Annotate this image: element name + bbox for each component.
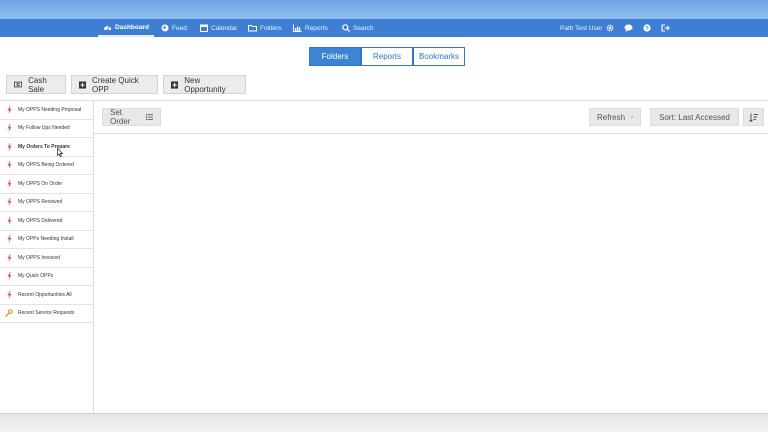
folder-icon (248, 25, 257, 32)
sidebar-item-recent-opportunities[interactable]: Recent Opportunities All (0, 286, 93, 305)
tab-bookmarks[interactable]: Bookmarks (413, 47, 465, 66)
set-order-label: Set Order (110, 108, 131, 126)
nav-reports-label: Reports (305, 24, 328, 32)
sidebar-item-label: My Follow Ups Needed (18, 125, 70, 132)
nav-calendar[interactable]: Calendar (200, 19, 237, 37)
calendar-icon (200, 24, 208, 32)
create-quick-opp-label: Create Quick OPP (92, 75, 139, 94)
sort-dropdown[interactable]: Sort: Last Accessed (650, 108, 739, 126)
globe-icon (161, 24, 169, 32)
sidebar-item-service-requests[interactable]: Recent Service Requests (0, 305, 93, 323)
tab-folders-label: Folders (321, 52, 349, 61)
sidebar-item-label: My OPPS Delivered (18, 217, 63, 224)
user-name: Path Test User (560, 24, 603, 32)
sidebar-item-needing-install[interactable]: My OPPs Needing Install (0, 231, 93, 249)
logout-icon (660, 24, 670, 32)
sidebar-item-being-ordered[interactable]: My OPPS Being Ordered (0, 157, 93, 175)
user-menu[interactable]: Path Test User (560, 19, 603, 37)
sidebar-item-delivered[interactable]: My OPPS Delivered (0, 212, 93, 231)
sort-direction-button[interactable] (743, 108, 764, 126)
nav-dashboard-label: Dashboard (115, 23, 149, 31)
nav-search[interactable]: Search (342, 19, 374, 37)
list-icon (146, 113, 153, 121)
refresh-icon (631, 116, 633, 118)
nav-reports[interactable]: Reports (293, 19, 328, 37)
sidebar-item-label: My OPPS Invoiced (18, 254, 60, 261)
refresh-button[interactable]: Refresh (589, 108, 641, 126)
sidebar-item-label: My OPPS Being Ordered (18, 162, 74, 169)
tab-bookmarks-label: Bookmarks (418, 52, 459, 61)
sidebar-item-label: Recent Opportunities All (18, 291, 72, 298)
top-gradient-strip (0, 0, 768, 19)
new-opportunity-label: New Opportunity (184, 75, 226, 94)
cash-icon (14, 81, 23, 88)
settings-button[interactable] (605, 23, 615, 33)
nav-folders-label: Folders (260, 24, 282, 32)
cash-sale-button[interactable]: Cash Sale (6, 75, 66, 94)
sidebar-item-label: Recent Service Requests (18, 310, 75, 317)
tab-reports[interactable]: Reports (361, 47, 413, 66)
sidebar-item-label: My OPPS On Order (18, 180, 63, 187)
help-button[interactable]: ? (642, 23, 652, 33)
nav-feed-label: Feed (172, 24, 187, 32)
logout-button[interactable] (660, 23, 670, 33)
bolt-icon (0, 216, 18, 225)
plus-square-icon (171, 80, 179, 89)
sidebar-item-invoiced[interactable]: My OPPS Invoiced (0, 249, 93, 268)
bolt-icon (0, 290, 18, 299)
sidebar-item-label: My OPPS Received (18, 199, 63, 206)
help-icon: ? (643, 24, 651, 32)
nav-feed[interactable]: Feed (161, 19, 187, 37)
actions-divider (0, 100, 768, 101)
bolt-icon (0, 253, 18, 262)
folder-content-area (94, 134, 768, 413)
plus-square-icon (79, 80, 87, 89)
sidebar-item-label: My OPPS Needing Proposal (18, 106, 82, 113)
nav-calendar-label: Calendar (211, 24, 238, 32)
sort-label: Sort: Last Accessed (659, 112, 730, 122)
chat-button[interactable] (623, 23, 633, 33)
bolt-icon (0, 161, 18, 170)
refresh-label: Refresh (597, 112, 626, 122)
nav-dashboard[interactable]: Dashboard (98, 19, 154, 37)
footer-bar (0, 413, 768, 432)
main-navbar: Dashboard Feed Calendar Folders Reports … (0, 19, 768, 37)
sidebar-item-label: My Quick OPPs (18, 273, 54, 280)
sidebar-item-label: My OPPs Needing Install (18, 236, 74, 243)
bolt-icon (0, 235, 18, 244)
bolt-icon (0, 272, 18, 281)
wrench-icon (0, 309, 18, 318)
create-quick-opp-button[interactable]: Create Quick OPP (71, 75, 158, 94)
cash-sale-label: Cash Sale (28, 75, 47, 94)
sidebar-item-received[interactable]: My OPPS Received (0, 194, 93, 212)
set-order-button[interactable]: Set Order (102, 108, 161, 126)
sidebar-item-on-order[interactable]: My OPPS On Order (0, 175, 93, 194)
tab-reports-label: Reports (372, 52, 401, 61)
bolt-icon (0, 179, 18, 188)
sidebar-item-needing-proposal[interactable]: My OPPS Needing Proposal (0, 101, 93, 120)
sort-icon (749, 113, 758, 122)
bolt-icon (0, 105, 18, 114)
sidebar-item-quick-opps[interactable]: My Quick OPPs (0, 268, 93, 286)
bolt-icon (0, 198, 18, 207)
search-icon (342, 24, 350, 32)
nav-folders[interactable]: Folders (248, 19, 282, 37)
sidebar-item-follow-ups[interactable]: My Follow Ups Needed (0, 120, 93, 138)
bolt-icon (0, 142, 18, 151)
mouse-cursor-icon (57, 148, 63, 157)
gear-icon (606, 24, 614, 32)
new-opportunity-button[interactable]: New Opportunity (163, 75, 246, 94)
nav-search-label: Search (353, 24, 374, 32)
bolt-icon (0, 124, 18, 133)
bar-chart-icon (293, 24, 302, 32)
chat-icon (624, 24, 632, 32)
tab-folders[interactable]: Folders (309, 47, 361, 66)
sidebar-item-orders-to-prepare[interactable]: My Orders To Prepare (0, 138, 93, 157)
dashboard-icon (103, 25, 112, 30)
